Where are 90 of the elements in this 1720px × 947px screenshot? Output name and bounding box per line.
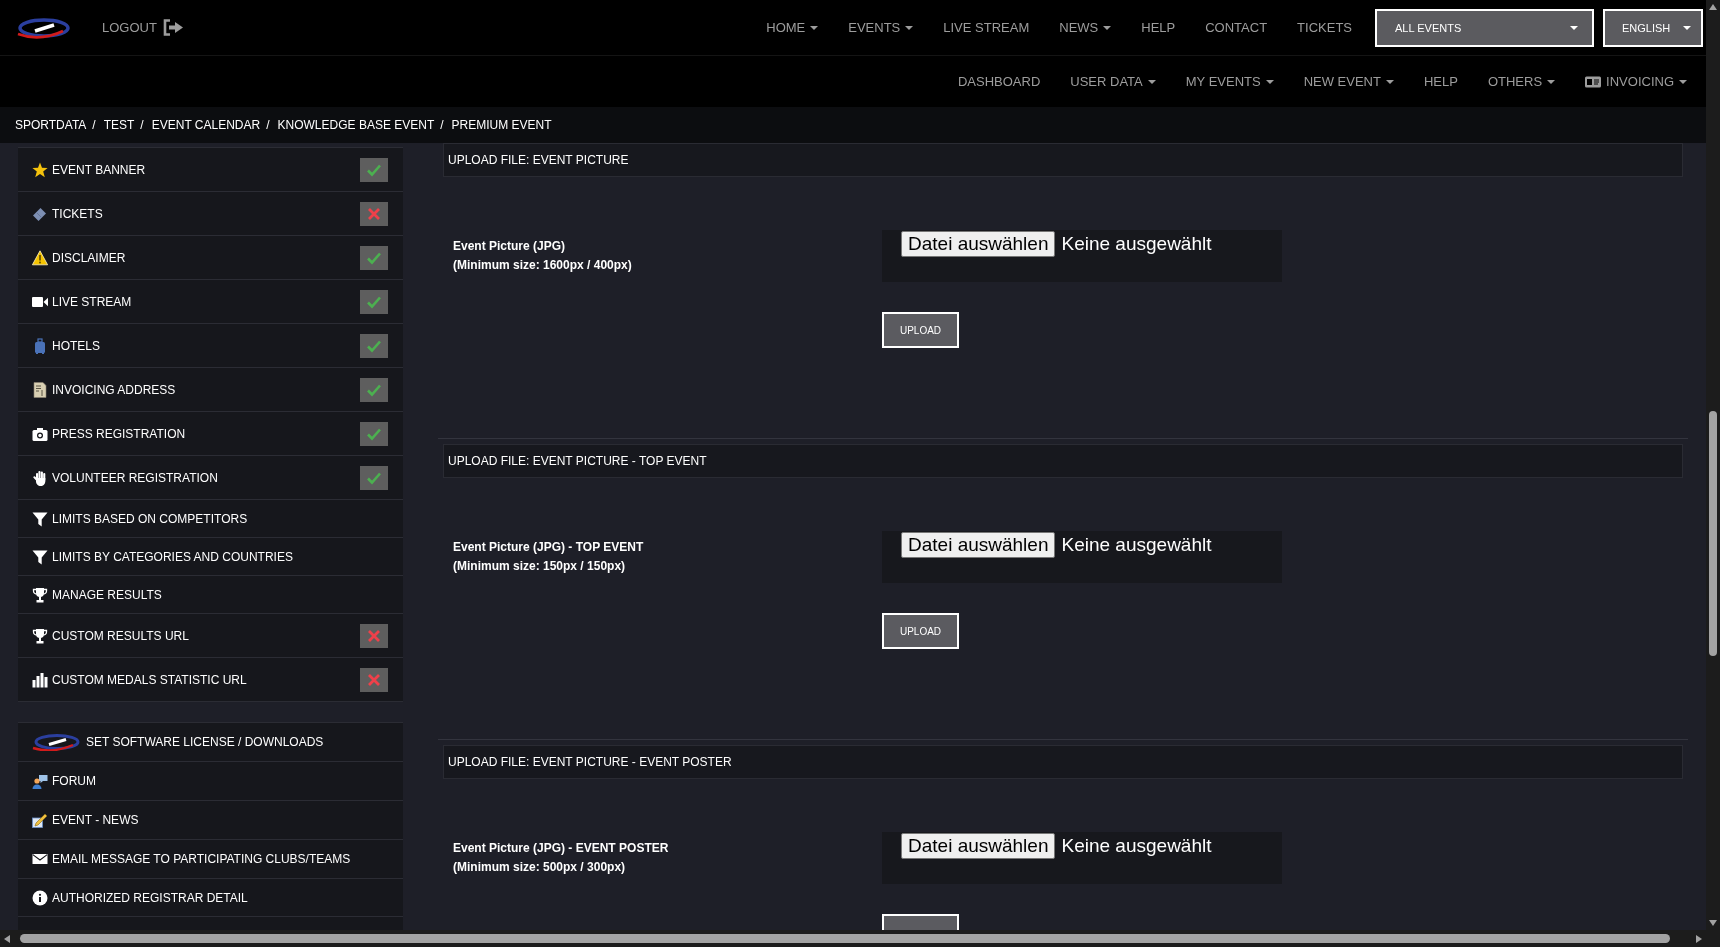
sidebar-item[interactable]: PRESS REGISTRATION: [18, 411, 403, 455]
language-select[interactable]: ENGLISH: [1603, 8, 1703, 47]
logout-link[interactable]: LOGOUT: [102, 19, 183, 36]
event-select[interactable]: ALL EVENTS: [1375, 8, 1594, 47]
star-icon: [32, 161, 48, 178]
nav-link[interactable]: INVOICING: [1570, 61, 1702, 102]
section-title: UPLOAD FILE: EVENT PICTURE - TOP EVENT: [443, 444, 1683, 478]
section-title: UPLOAD FILE: EVENT PICTURE: [443, 143, 1683, 177]
sidebar-item[interactable]: INVOICING ADDRESS: [18, 367, 403, 411]
warning-icon: [32, 249, 48, 266]
choose-file-button[interactable]: Datei auswählen: [901, 833, 1056, 859]
size-hint: (Minimum size: 150px / 150px): [453, 558, 627, 575]
vertical-scrollbar[interactable]: [1706, 0, 1720, 930]
caret-icon: [1683, 25, 1691, 30]
sidebar-item[interactable]: HOTELS: [18, 323, 403, 367]
nav-link[interactable]: TICKETS: [1282, 7, 1367, 48]
sidebar-item[interactable]: LIVE STREAM: [18, 279, 403, 323]
upload-button[interactable]: UPLOAD: [882, 312, 959, 348]
sidebar-item[interactable]: LIMITS BY CATEGORIES AND COUNTRIES: [18, 537, 403, 575]
scrollbar-thumb[interactable]: [1709, 411, 1717, 656]
document-icon: [32, 381, 48, 398]
logo-icon: [32, 733, 82, 751]
file-status-text: Keine ausgewählt: [1061, 232, 1212, 256]
sidebar-item[interactable]: TICKETS: [18, 191, 403, 235]
nav-link[interactable]: CONTACT: [1190, 7, 1283, 48]
nav-link[interactable]: NEW EVENT: [1288, 61, 1409, 102]
sign-out-icon: [162, 19, 183, 36]
breadcrumb-separator: /: [139, 118, 145, 132]
size-hint: (Minimum size: 1600px / 400px): [453, 257, 633, 274]
nav-link[interactable]: NEWS: [1044, 7, 1127, 48]
choose-file-button[interactable]: Datei auswählen: [901, 231, 1056, 257]
nav-link[interactable]: EVENTS: [833, 7, 929, 48]
breadcrumb-link[interactable]: TEST: [103, 118, 135, 132]
breadcrumb-link[interactable]: SPORTDATA: [15, 118, 87, 132]
scroll-down-icon[interactable]: [1709, 920, 1717, 926]
size-hint: (Minimum size: 500px / 300px): [453, 859, 627, 876]
pencil-icon: [32, 812, 48, 828]
sidebar-item[interactable]: LIMITS BASED ON COMPETITORS: [18, 499, 403, 537]
user-chat-icon: [32, 773, 48, 789]
sidebar-item[interactable]: DISCLAIMER: [18, 235, 403, 279]
hand-icon: [32, 469, 48, 486]
file-status-text: Keine ausgewählt: [1061, 533, 1212, 557]
nav-link[interactable]: OTHERS: [1472, 61, 1571, 102]
nav-link[interactable]: HOME: [751, 7, 834, 48]
sidebar-item[interactable]: EVENT - NEWS: [18, 800, 403, 839]
breadcrumb-separator: /: [265, 118, 271, 132]
breadcrumb-link[interactable]: KNOWLEDGE BASE EVENT: [277, 118, 435, 132]
filter-icon: [32, 510, 48, 527]
trophy-icon: [32, 627, 48, 644]
breadcrumb-link[interactable]: PREMIUM EVENT: [451, 118, 552, 132]
suitcase-icon: [32, 337, 48, 354]
nav-link[interactable]: HELP: [1126, 7, 1191, 48]
sidebar-item[interactable]: EVENT BANNER: [18, 147, 403, 191]
field-label: Event Picture (JPG) - TOP EVENT: [453, 539, 645, 556]
scroll-left-icon[interactable]: [4, 934, 10, 943]
breadcrumb-separator: /: [91, 118, 97, 132]
sidebar-item[interactable]: EMAIL MESSAGE TO PARTICIPATING CLUBS/TEAMS: [18, 839, 403, 878]
sidebar-item[interactable]: FORUM: [18, 761, 403, 800]
bar-chart-icon: [32, 671, 48, 688]
sidebar-item[interactable]: CUSTOM MEDALS STATISTIC URL: [18, 657, 403, 702]
nav-link[interactable]: LIVE STREAM: [928, 7, 1045, 48]
scroll-right-icon[interactable]: [1696, 934, 1702, 943]
logo-icon: [16, 16, 71, 39]
scroll-up-icon[interactable]: [1709, 4, 1717, 10]
sidebar-item[interactable]: MANAGE RESULTS: [18, 575, 403, 613]
breadcrumb-separator: /: [439, 118, 445, 132]
upload-button[interactable]: UPLOAD: [882, 613, 959, 649]
sidebar-item[interactable]: VOLUNTEER REGISTRATION: [18, 455, 403, 499]
envelope-icon: [32, 851, 48, 867]
trophy-icon: [32, 586, 48, 603]
scrollbar-thumb[interactable]: [20, 934, 1670, 943]
breadcrumb-link[interactable]: EVENT CALENDAR: [151, 118, 261, 132]
caret-icon: [1570, 25, 1578, 30]
nav-link[interactable]: HELP: [1408, 61, 1473, 102]
field-label: Event Picture (JPG): [453, 238, 567, 255]
nav-link[interactable]: DASHBOARD: [942, 61, 1056, 102]
sidebar-item[interactable]: CUSTOM RESULTS URL: [18, 613, 403, 657]
ticket-icon: [32, 205, 48, 222]
field-label: Event Picture (JPG) - EVENT POSTER: [453, 840, 670, 857]
file-status-text: Keine ausgewählt: [1061, 834, 1212, 858]
sidebar-item[interactable]: SET SOFTWARE LICENSE / DOWNLOADS: [18, 722, 403, 761]
nav-link[interactable]: USER DATA: [1055, 61, 1171, 102]
sidebar-item[interactable]: AUTHORIZED REGISTRAR DETAIL: [18, 878, 403, 917]
choose-file-button[interactable]: Datei auswählen: [901, 532, 1056, 558]
filter-icon: [32, 548, 48, 565]
info-icon: [32, 889, 48, 906]
nav-link[interactable]: MY EVENTS: [1170, 61, 1289, 102]
camera-icon: [32, 425, 48, 442]
section-title: UPLOAD FILE: EVENT PICTURE - EVENT POSTER: [443, 745, 1683, 779]
horizontal-scrollbar[interactable]: [0, 930, 1706, 947]
